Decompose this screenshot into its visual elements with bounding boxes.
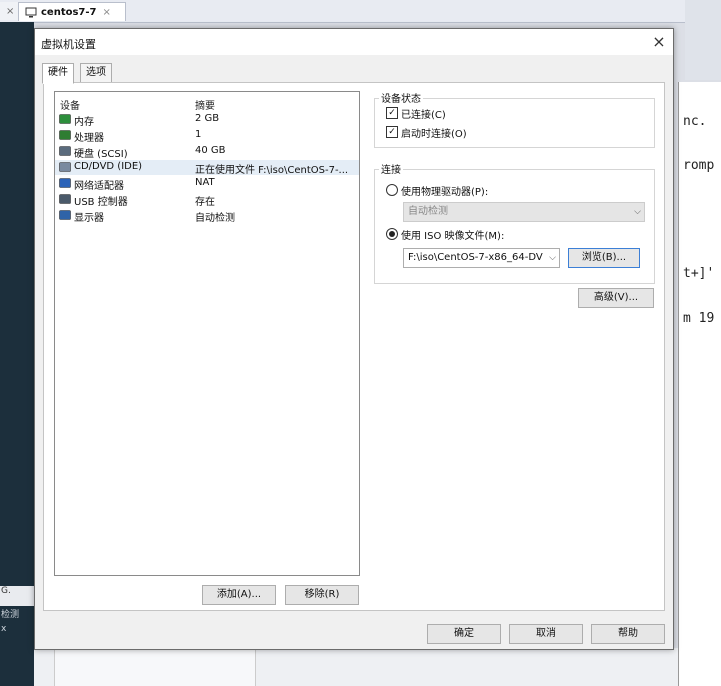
column-header-device: 设备 (60, 101, 80, 112)
network-adapter-icon (59, 178, 71, 188)
hardware-tab-panel: 设备 摘要 内存 2 GB 处理器 1 硬盘 (SCSI) 40 GB CD/DVD (ID… (43, 82, 665, 611)
device-name: USB 控制器 (74, 197, 128, 208)
device-row[interactable]: 显示器 自动检测 (55, 208, 359, 224)
tab-centos7-7[interactable]: centos7-7 × (18, 2, 126, 21)
physical-drive-value: 自动检测 (408, 206, 448, 217)
terminal-area[interactable]: nc. romp t+]' m 19 (678, 82, 721, 686)
terminal-line: m 19 (683, 311, 715, 326)
background-left-text: 检测 x (0, 608, 35, 648)
connect-at-power-on-checkbox[interactable]: ✓ (386, 126, 398, 138)
terminal-line: romp (683, 158, 715, 173)
device-summary: 存在 (195, 197, 215, 208)
physical-drive-select: 自动检测 ⌵ (403, 202, 645, 222)
device-list[interactable]: 设备 摘要 内存 2 GB 处理器 1 硬盘 (SCSI) 40 GB CD/DVD (ID… (54, 91, 360, 576)
device-name: CD/DVD (IDE) (74, 161, 143, 172)
physical-drive-label: 使用物理驱动器(P): (401, 187, 489, 198)
connected-checkbox[interactable]: ✓ (386, 107, 398, 119)
add-device-button[interactable]: 添加(A)... (202, 585, 276, 605)
device-row[interactable]: 处理器 1 (55, 128, 359, 144)
remove-device-button[interactable]: 移除(R) (285, 585, 359, 605)
usb-controller-icon (59, 194, 71, 204)
terminal-line: t+]' (683, 266, 715, 281)
vm-icon (25, 7, 37, 17)
device-name: 硬盘 (SCSI) (74, 149, 128, 160)
close-icon[interactable]: × (649, 32, 669, 52)
cd-dvd-icon (59, 162, 71, 172)
tab-options[interactable]: 选项 (80, 63, 112, 83)
tab-hardware[interactable]: 硬件 (42, 63, 74, 84)
device-name: 内存 (74, 117, 94, 128)
processor-icon (59, 130, 71, 140)
close-icon[interactable]: × (6, 6, 14, 17)
memory-icon (59, 114, 71, 124)
device-row[interactable]: 内存 2 GB (55, 112, 359, 128)
device-row[interactable]: 硬盘 (SCSI) 40 GB (55, 144, 359, 160)
device-name: 显示器 (74, 213, 104, 224)
iso-path-value: F:\iso\CentOS-7-x86_64-DV (408, 252, 543, 263)
advanced-button[interactable]: 高级(V)... (578, 288, 654, 308)
background-bottom-panel (54, 648, 256, 686)
iso-path-combo[interactable]: F:\iso\CentOS-7-x86_64-DV ⌵ (403, 248, 560, 268)
device-status-title: 设备状态 (379, 90, 423, 105)
device-summary: 2 GB (195, 113, 220, 124)
background-left-line: x (1, 624, 7, 634)
help-button[interactable]: 帮助 (591, 624, 665, 644)
background-toolbar-area (685, 0, 721, 80)
tab-label: centos7-7 (41, 6, 97, 18)
background-left-line: 检测 (1, 610, 20, 620)
device-name: 处理器 (74, 133, 104, 144)
connected-label: 已连接(C) (401, 110, 446, 121)
device-status-group: 设备状态 ✓ 已连接(C) ✓ 启动时连接(O) (374, 90, 655, 148)
device-row[interactable]: USB 控制器 存在 (55, 192, 359, 208)
vm-settings-dialog: 虚拟机设置 × 硬件 选项 设备 摘要 内存 2 GB 处理器 1 硬盘 (SCSI) 4… (34, 28, 674, 650)
dialog-title: 虚拟机设置 (41, 38, 96, 51)
background-tab-bar: × centos7-7 × (0, 0, 721, 23)
background-left-label: G. (0, 586, 35, 606)
device-summary: NAT (195, 177, 215, 188)
device-summary: 1 (195, 129, 202, 140)
browse-button[interactable]: 浏览(B)... (568, 248, 640, 268)
device-summary: 自动检测 (195, 213, 235, 224)
connection-title: 连接 (379, 161, 403, 176)
column-header-summary: 摘要 (195, 101, 215, 112)
iso-file-radio[interactable] (386, 228, 398, 240)
chevron-down-icon[interactable]: ⌵ (549, 249, 556, 267)
dialog-titlebar: 虚拟机设置 × (35, 29, 673, 55)
device-name: 网络适配器 (74, 181, 124, 192)
connection-group: 连接 使用物理驱动器(P): 自动检测 ⌵ 使用 ISO 映像文件(M): F:… (374, 161, 655, 284)
physical-drive-radio[interactable] (386, 184, 398, 196)
ok-button[interactable]: 确定 (427, 624, 501, 644)
device-summary: 正在使用文件 F:\iso\CentOS-7-... (195, 165, 349, 176)
device-summary: 40 GB (195, 145, 226, 156)
display-icon (59, 210, 71, 220)
hard-disk-icon (59, 146, 71, 156)
cancel-button[interactable]: 取消 (509, 624, 583, 644)
chevron-down-icon: ⌵ (634, 207, 641, 217)
close-icon[interactable]: × (103, 7, 111, 18)
device-row[interactable]: CD/DVD (IDE) 正在使用文件 F:\iso\CentOS-7-... (55, 160, 359, 176)
connect-at-power-on-label: 启动时连接(O) (401, 129, 467, 140)
iso-file-label: 使用 ISO 映像文件(M): (401, 231, 505, 242)
terminal-line: nc. (683, 114, 707, 129)
device-row[interactable]: 网络适配器 NAT (55, 176, 359, 192)
